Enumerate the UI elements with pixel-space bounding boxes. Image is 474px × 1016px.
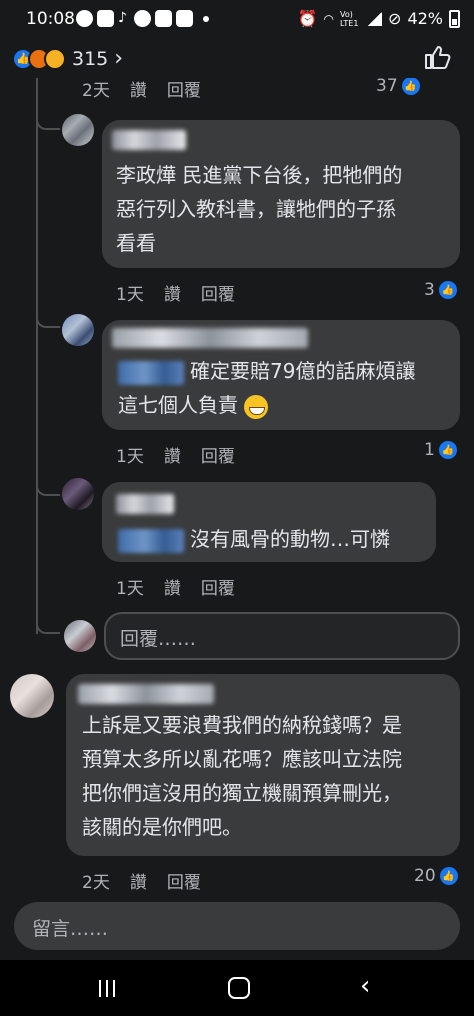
thread-line	[36, 78, 38, 634]
comment-text: 確定要賠79億的話麻煩讓 這七個人負責	[118, 359, 416, 419]
grin-emoji-icon	[244, 394, 269, 419]
reply-button[interactable]: 回覆	[167, 78, 201, 101]
like-button[interactable]: 讚	[164, 574, 181, 599]
author-name-redacted[interactable]	[112, 130, 186, 150]
notification-icons: ♪	[76, 10, 209, 27]
reply-button[interactable]: 回覆	[201, 280, 235, 305]
reaction-count-small: 20 👍	[414, 866, 458, 886]
comment-bubble[interactable]: 確定要賠79億的話麻煩讓 這七個人負責	[102, 320, 460, 430]
status-time: 10:08	[26, 9, 75, 29]
thread-branch	[36, 116, 60, 130]
reply-input[interactable]: 回覆……	[104, 612, 460, 660]
reaction-count-small: 37 👍	[376, 78, 420, 96]
battery-icon	[449, 9, 460, 28]
reply-button[interactable]: 回覆	[201, 442, 235, 467]
timestamp: 1天	[116, 447, 144, 467]
like-icon: 👍	[438, 441, 457, 459]
dnd-icon: ⊘	[388, 9, 402, 28]
avatar[interactable]	[62, 314, 94, 346]
timestamp: 2天	[82, 873, 110, 893]
comment-bubble[interactable]: 沒有風骨的動物…可憐	[102, 482, 436, 562]
comment-meta: 2天 讚 回覆	[82, 78, 201, 101]
avatar[interactable]	[62, 478, 94, 510]
reply-button[interactable]: 回覆	[167, 868, 201, 893]
timestamp: 1天	[116, 285, 144, 305]
whatsapp-icon	[76, 10, 93, 27]
comment-meta: 2天 讚 回覆	[82, 868, 201, 893]
mention-redacted[interactable]	[118, 528, 184, 553]
author-name-redacted[interactable]	[112, 328, 308, 348]
author-name-redacted[interactable]	[116, 494, 174, 514]
thread-branch	[36, 482, 60, 496]
like-icon: 👍	[438, 281, 457, 299]
signal-icon	[368, 11, 383, 26]
more-notifications-dot	[203, 15, 209, 22]
back-icon[interactable]: ‹	[360, 973, 382, 1001]
home-icon[interactable]	[228, 977, 250, 999]
comment-text: 上訴是又要浪費我們的納稅錢嗎？是 預算太多所以亂花嗎？應該叫立法院 把你們這沒用…	[82, 713, 402, 839]
status-bar: 10:08 ♪ ⏰ ◠ Vo) LTE1 ⊘ 42%	[0, 0, 474, 38]
network-label: Vo) LTE1	[340, 9, 359, 28]
timestamp: 1天	[116, 579, 144, 599]
comment-text: 沒有風骨的動物…可憐	[118, 522, 390, 556]
system-nav-bar: ‹	[0, 960, 474, 1016]
comment-composer: 留言……	[0, 896, 474, 960]
line-icon	[134, 10, 151, 27]
avatar[interactable]	[10, 674, 54, 718]
comment-text: 李政燁 民進黨下台後，把牠們的 惡行列入教科書，讓牠們的子孫 看看	[116, 163, 403, 255]
comment-bubble[interactable]: 上訴是又要浪費我們的納稅錢嗎？是 預算太多所以亂花嗎？應該叫立法院 把你們這沒用…	[66, 674, 460, 856]
chevron-right-icon: ›	[114, 46, 124, 71]
avatar	[64, 620, 96, 652]
comment-meta: 1天 讚 回覆	[116, 574, 235, 599]
thread-branch	[36, 620, 60, 634]
like-icon: 👍	[439, 867, 458, 885]
system-icons: ⏰ ◠ Vo) LTE1 ⊘ 42%	[298, 9, 460, 28]
like-button[interactable]: 讚	[130, 868, 147, 893]
comment-meta: 1天 讚 回覆	[116, 442, 235, 467]
like-button[interactable]: 讚	[164, 442, 181, 467]
wifi-icon: ◠	[323, 11, 335, 26]
avatar[interactable]	[62, 114, 94, 146]
battery-percent: 42%	[407, 9, 443, 28]
thread-branch	[36, 314, 60, 328]
news-app-icon	[97, 10, 114, 27]
reaction-count-small: 3 👍	[424, 280, 457, 300]
alarm-icon: ⏰	[297, 9, 318, 28]
comment-meta: 1天 讚 回覆	[116, 280, 235, 305]
reaction-count: 315	[72, 47, 109, 70]
reaction-summary[interactable]: 👍 315 ›	[12, 46, 123, 71]
mention-redacted[interactable]	[118, 360, 184, 385]
like-icon: 👍	[401, 78, 420, 95]
like-button[interactable]: 讚	[130, 78, 147, 101]
like-button[interactable]: 讚	[164, 280, 181, 305]
author-name-redacted[interactable]	[78, 684, 214, 704]
recent-apps-icon[interactable]	[96, 974, 118, 1002]
comments-list[interactable]: 2天 讚 回覆 37 👍 李政燁 民進黨下台後，把牠們的 惡行列入教科書，讓牠們…	[0, 78, 474, 896]
comment-bubble[interactable]: 李政燁 民進黨下台後，把牠們的 惡行列入教科書，讓牠們的子孫 看看	[102, 120, 460, 268]
comment-input[interactable]: 留言……	[14, 902, 460, 950]
comments-header: 👍 315 ›	[0, 38, 474, 78]
youtube-icon-2	[176, 10, 193, 27]
reaction-count-small: 1 👍	[424, 440, 457, 460]
like-outline-icon[interactable]	[424, 44, 452, 70]
haha-icon	[44, 47, 66, 70]
tiktok-icon: ♪	[118, 10, 127, 26]
youtube-icon	[155, 10, 172, 27]
timestamp: 2天	[82, 81, 110, 101]
reply-button[interactable]: 回覆	[201, 574, 235, 599]
